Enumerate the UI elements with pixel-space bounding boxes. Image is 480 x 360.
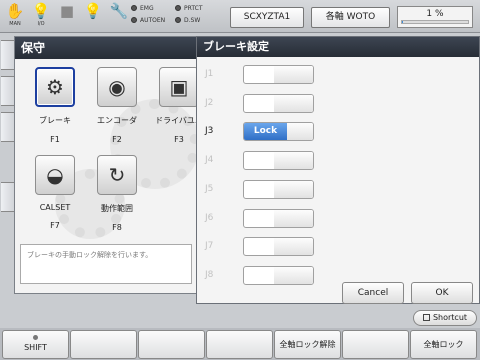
autoen-lamp: AUTOEN [131,17,165,25]
axis-label-j1: J1 [205,69,214,79]
func-brake[interactable]: ⚙ ブレーキ F1 [27,67,83,144]
shortcut-button[interactable]: Shortcut [413,310,477,326]
progress-fill [402,21,403,23]
motion-range-icon: ↻ [97,155,137,195]
shortcut-icon [422,314,430,321]
axis-mode-button[interactable]: 各軸 WOTO [311,7,390,28]
emg-lamp: EMG [131,5,154,13]
lock-state-label: Lock [244,123,288,140]
axis-label-j7: J7 [205,241,214,251]
shift-indicator-icon [33,335,38,340]
hand-icon[interactable]: ✋ MAN [4,2,26,32]
cancel-button[interactable]: Cancel [342,282,404,304]
dsw-lamp: D.SW [175,17,200,25]
function-key-2[interactable] [70,330,137,359]
status-lamps: EMG PRTCT AUTOEN D.SW [131,5,231,29]
bulb-icon[interactable]: 💡 [82,2,104,32]
function-description: ブレーキの手動ロック解除を行います。 [20,244,192,284]
release-all-locks-button[interactable]: 全軸ロック解除 [274,330,341,359]
maintenance-title: 保守 [15,37,203,59]
encoder-icon: ◉ [97,67,137,107]
robot-select-button[interactable]: SCXYZTA1 [230,7,304,28]
lock-all-button[interactable]: 全軸ロック [410,330,477,359]
wrench-icon[interactable]: 🔧 [108,2,130,32]
brake-toggle-j7[interactable] [243,237,314,256]
brake-toggle-j3[interactable]: Lock [243,122,314,141]
function-key-bar: SHIFT 全軸ロック解除 全軸ロック [0,328,480,360]
axis-label-j4: J4 [205,155,214,165]
func-encoder[interactable]: ◉ エンコーダ F2 [89,67,145,144]
brake-toggle-j6[interactable] [243,209,314,228]
progress-text: 1 % [426,9,444,19]
function-key-4[interactable] [206,330,273,359]
brake-dialog-title: ブレーキ設定 [197,37,479,57]
function-key-3[interactable] [138,330,205,359]
axis-label-j8: J8 [205,270,214,280]
brake-toggle-j5[interactable] [243,180,314,199]
func-calset[interactable]: ◒ CALSET F7 [27,155,83,230]
speed-progress: 1 % [397,6,473,28]
brake-toggle-j4[interactable] [243,151,314,170]
brake-settings-dialog: ブレーキ設定 J1 J2 J3 Lock J4 J5 J6 J7 J8 Canc… [196,36,480,304]
ok-button[interactable]: OK [411,282,473,304]
func-motion-range[interactable]: ↻ 動作範囲 F8 [89,155,145,232]
brake-toggle-j8[interactable] [243,266,314,285]
stop-square-icon[interactable]: ■ [56,2,78,32]
brake-toggle-j1[interactable] [243,65,314,84]
axis-label-j5: J5 [205,184,214,194]
io-icon[interactable]: 💡 I/O [30,2,52,32]
shift-button[interactable]: SHIFT [2,330,69,359]
axis-label-j3: J3 [205,126,214,136]
axis-label-j6: J6 [205,213,214,223]
progress-bar [401,20,469,24]
calset-icon: ◒ [35,155,75,195]
axis-label-j2: J2 [205,98,214,108]
brake-toggle-j2[interactable] [243,94,314,113]
prtct-lamp: PRTCT [175,5,203,13]
driver-unit-icon: ▣ [159,67,199,107]
top-status-bar: ✋ MAN 💡 I/O ■ 💡 🔧 EMG PRTCT AUTOEN D.SW … [0,0,480,33]
brake-icon: ⚙ [35,67,75,107]
function-key-6[interactable] [342,330,409,359]
